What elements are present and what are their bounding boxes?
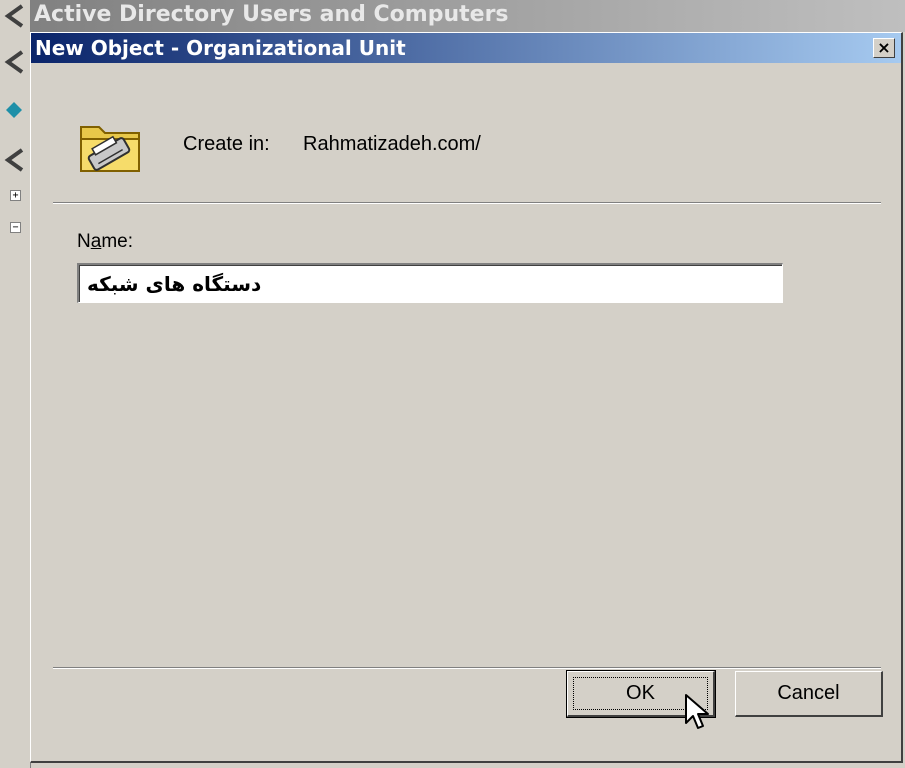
diamond-icon[interactable] <box>2 96 26 124</box>
dialog-titlebar[interactable]: New Object - Organizational Unit <box>31 33 901 63</box>
dialog-title: New Object - Organizational Unit <box>35 36 406 60</box>
parent-window-title: Active Directory Users and Computers <box>20 0 905 32</box>
back-arrow-icon[interactable] <box>2 48 26 76</box>
create-in-label: Create in: <box>183 133 270 155</box>
back-arrow-icon[interactable] <box>2 146 26 174</box>
cancel-button[interactable]: Cancel <box>735 671 883 717</box>
parent-toolbar-strip: + − <box>0 0 31 768</box>
name-input[interactable] <box>77 263 783 303</box>
tree-collapse-icon[interactable]: − <box>10 222 21 233</box>
tree-expand-icon[interactable]: + <box>10 190 21 201</box>
folder-icon <box>80 126 140 172</box>
mouse-pointer-icon <box>685 694 709 729</box>
top-separator <box>53 202 881 204</box>
create-in-value: Rahmatizadeh.com/ <box>303 133 481 155</box>
close-button[interactable]: × <box>873 38 895 58</box>
cancel-button-label: Cancel <box>777 682 840 704</box>
close-icon: × <box>877 38 891 57</box>
bottom-separator <box>53 667 881 669</box>
name-label: Name: <box>77 231 133 252</box>
ok-button-label: OK <box>626 682 655 704</box>
back-arrow-icon[interactable] <box>2 2 26 30</box>
new-object-dialog: New Object - Organizational Unit × Creat… <box>30 32 903 763</box>
